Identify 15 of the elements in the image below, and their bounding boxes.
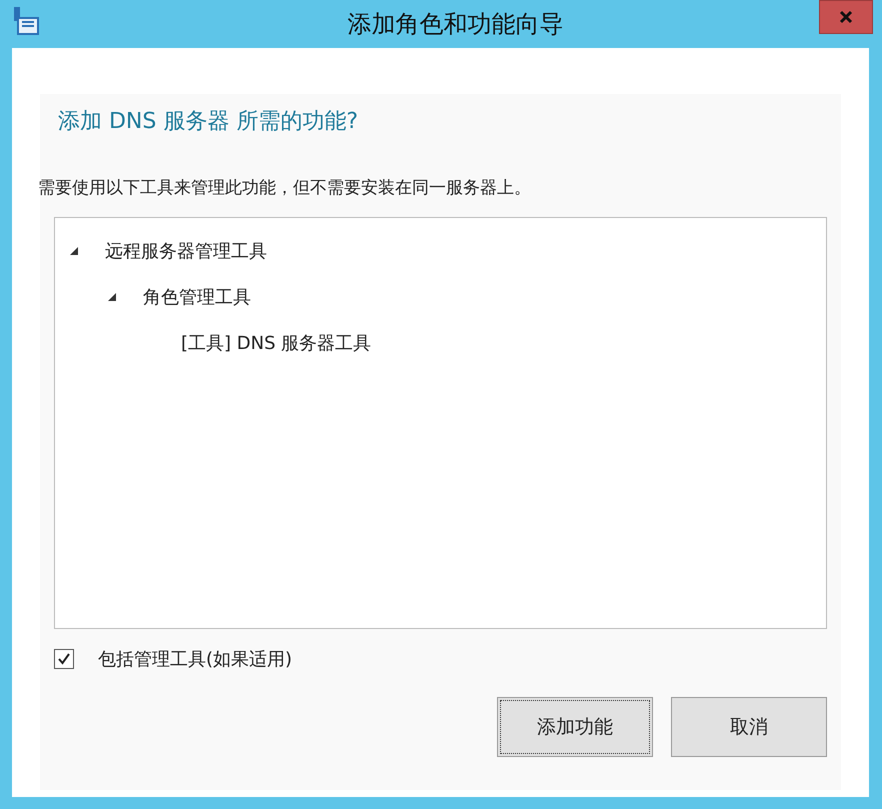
description-text: 需要使用以下工具来管理此功能，但不需要安装在同一服务器上。 bbox=[38, 177, 532, 199]
tree-item[interactable]: 远程服务器管理工具 bbox=[105, 239, 267, 263]
close-icon bbox=[839, 10, 853, 24]
checkbox-label[interactable]: 包括管理工具(如果适用) bbox=[98, 647, 292, 671]
dialog-heading: 添加 DNS 服务器 所需的功能? bbox=[58, 108, 360, 136]
cancel-button[interactable]: 取消 bbox=[671, 697, 827, 757]
server-icon bbox=[12, 6, 40, 36]
window-title: 添加角色和功能向导 bbox=[348, 9, 564, 40]
add-features-button[interactable]: 添加功能 bbox=[497, 697, 653, 757]
tree-item[interactable]: [工具] DNS 服务器工具 bbox=[181, 331, 372, 355]
expander-icon[interactable] bbox=[69, 246, 79, 256]
checkbox[interactable] bbox=[54, 649, 74, 669]
close-button[interactable] bbox=[819, 0, 873, 34]
expander-icon[interactable] bbox=[107, 292, 117, 302]
tree-item[interactable]: 角色管理工具 bbox=[143, 285, 251, 309]
